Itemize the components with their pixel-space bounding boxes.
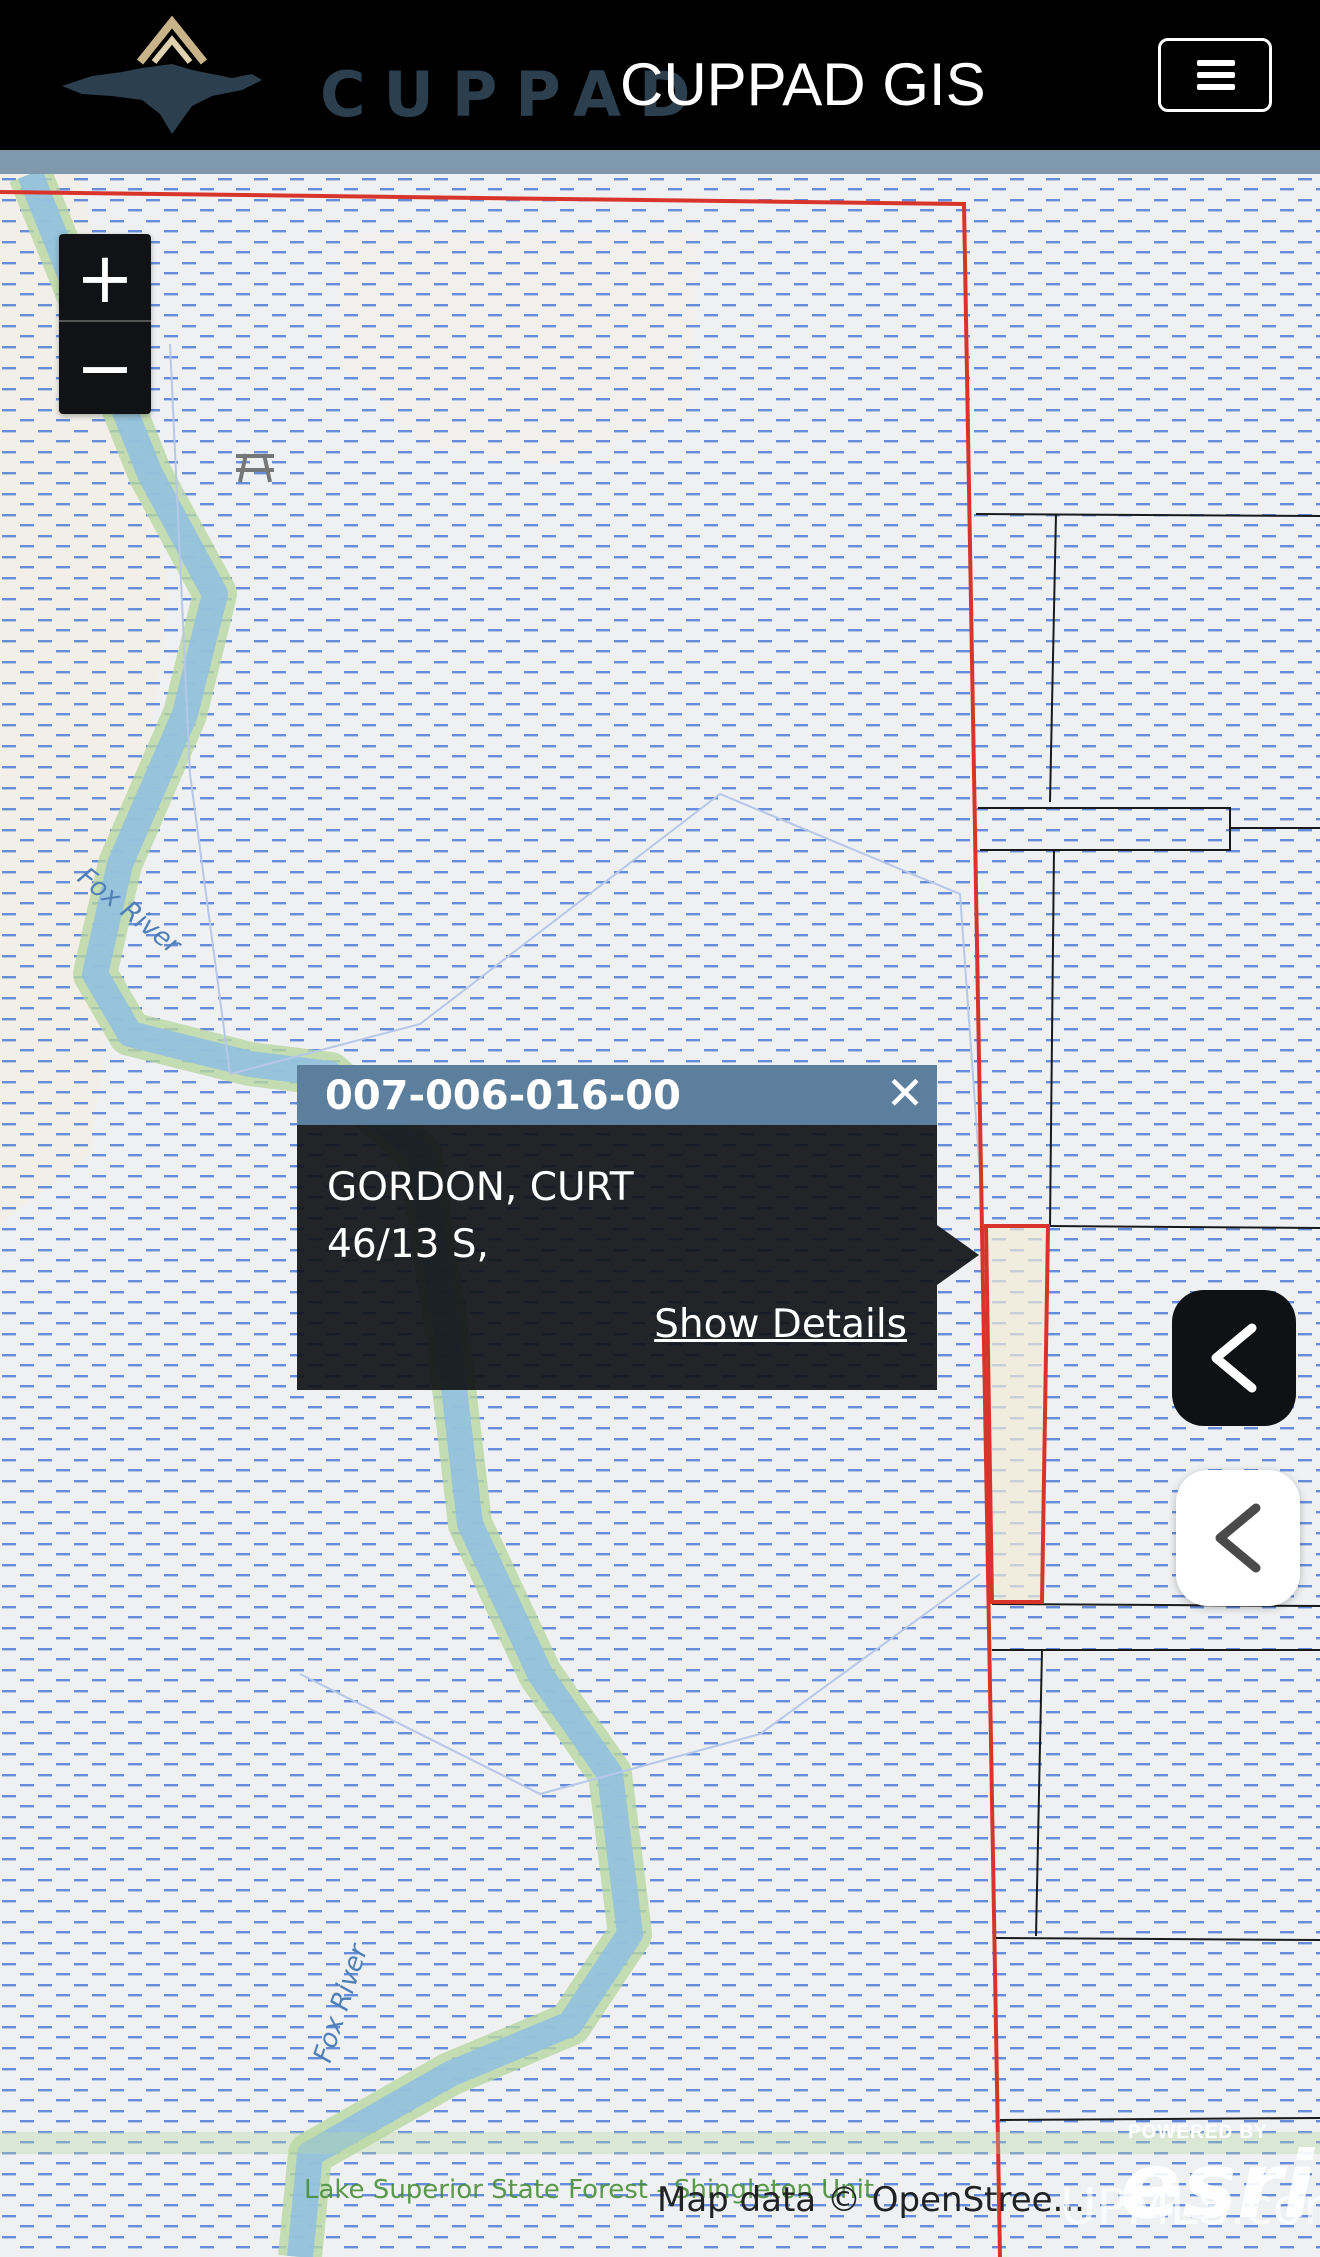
watermark: UPMLS.com [1060, 2178, 1320, 2236]
parcel-popup: 007-006-016-00 ✕ GORDON, CURT 46/13 S, S… [297, 1065, 979, 1390]
chevron-left-icon [1215, 1503, 1261, 1573]
zoom-out-button[interactable]: − [59, 324, 151, 412]
expand-panel-button[interactable] [1172, 1290, 1296, 1426]
header-divider [0, 150, 1320, 174]
zoom-control: + − [59, 234, 151, 414]
popup-header: 007-006-016-00 ✕ [297, 1065, 937, 1125]
cuppad-logo: CUPPAD [62, 14, 690, 140]
app-title: CUPPAD GIS [620, 51, 986, 118]
app-header: CUPPAD CUPPAD GIS [0, 0, 1320, 150]
secondary-panel-button[interactable] [1176, 1470, 1300, 1606]
legal-description: 46/13 S, [327, 1222, 489, 1267]
zoom-in-button[interactable]: + [59, 234, 151, 322]
close-icon[interactable]: ✕ [881, 1069, 929, 1117]
map-attribution[interactable]: Map data © OpenStree... [657, 2180, 1085, 2220]
show-details-link[interactable]: Show Details [654, 1302, 907, 1347]
parcel-id: 007-006-016-00 [325, 1073, 681, 1119]
owner-name: GORDON, CURT [327, 1165, 634, 1210]
hamburger-menu-icon [1197, 60, 1235, 66]
popup-pointer [937, 1225, 979, 1285]
chevron-left-icon [1211, 1323, 1257, 1393]
menu-button[interactable] [1158, 38, 1272, 112]
